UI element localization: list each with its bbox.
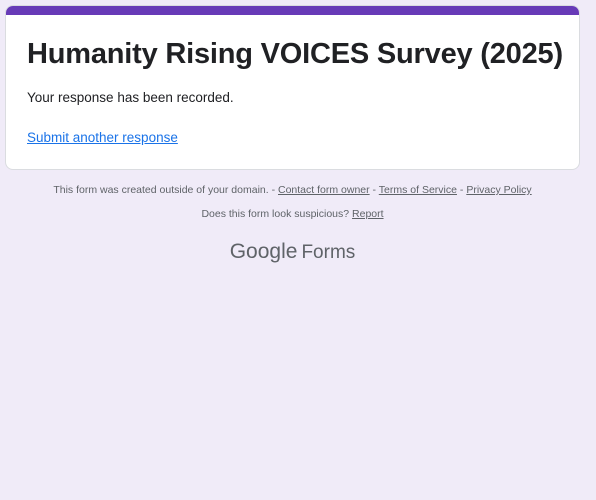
brand-forms-text: Forms bbox=[301, 242, 356, 263]
brand-google-text: Google bbox=[229, 240, 298, 263]
footer-separator: - bbox=[459, 184, 464, 196]
terms-of-service-link[interactable]: Terms of Service bbox=[379, 184, 457, 196]
submit-another-response-link[interactable]: Submit another response bbox=[27, 130, 178, 145]
footer-notice: This form was created outside of your do… bbox=[5, 184, 580, 196]
report-link[interactable]: Report bbox=[352, 208, 384, 220]
suspicious-question-text: Does this form look suspicious? bbox=[201, 208, 350, 220]
confirmation-message: Your response has been recorded. bbox=[27, 90, 234, 105]
contact-form-owner-link[interactable]: Contact form owner bbox=[278, 184, 370, 196]
card-accent-bar bbox=[6, 6, 579, 15]
confirmation-card: Humanity Rising VOICES Survey (2025) You… bbox=[5, 5, 580, 170]
domain-notice-text: This form was created outside of your do… bbox=[53, 184, 276, 196]
footer-report: Does this form look suspicious? Report bbox=[5, 208, 580, 220]
google-forms-logo[interactable]: Google Forms bbox=[5, 240, 580, 264]
privacy-policy-link[interactable]: Privacy Policy bbox=[466, 184, 531, 196]
form-title: Humanity Rising VOICES Survey (2025) bbox=[27, 38, 563, 70]
footer-separator: - bbox=[372, 184, 377, 196]
